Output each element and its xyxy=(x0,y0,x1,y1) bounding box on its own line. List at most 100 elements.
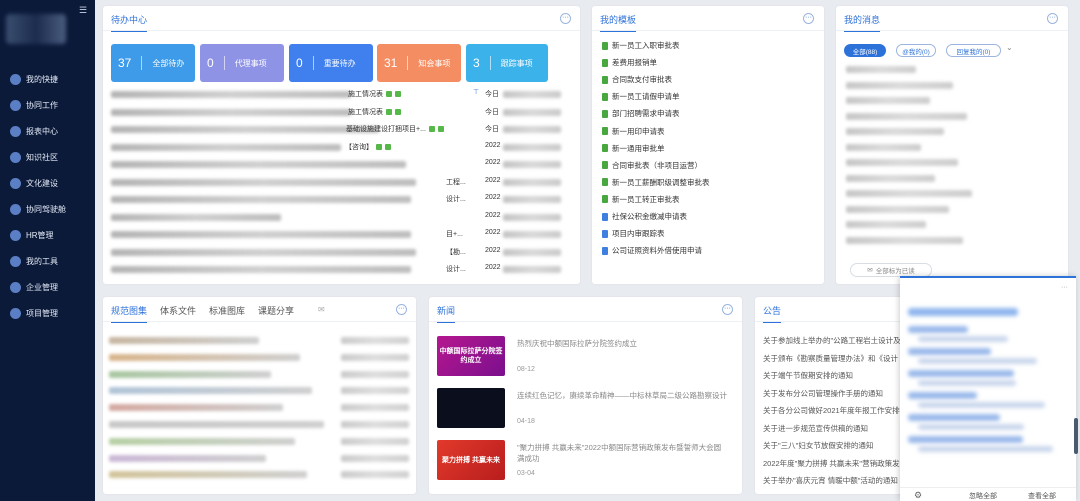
tag-icon xyxy=(376,143,382,150)
todo-tile[interactable]: 37 全部待办 xyxy=(111,44,195,82)
news-card: 新闻 ··· 中额国际拉萨分院签约成立 热烈庆祝中额国际拉萨分院签约成立 08-… xyxy=(429,297,742,494)
template-item[interactable]: 差费用报销单 xyxy=(602,55,657,70)
tile-label: 重要待办 xyxy=(323,58,356,68)
template-item[interactable]: 新一员工请假申请单 xyxy=(602,89,680,104)
chip-at-me[interactable]: @我的(0) xyxy=(896,44,936,57)
ignore-all-button[interactable]: 忽略全部 xyxy=(969,491,997,501)
document-icon xyxy=(602,127,608,135)
pin-icon[interactable]: ⊤ xyxy=(473,88,479,96)
news-item-date: 04-18 xyxy=(517,418,535,425)
news-item[interactable]: 中额国际拉萨分院签约成立 热烈庆祝中额国际拉萨分院签约成立 08-12 xyxy=(437,336,737,384)
hr-icon xyxy=(10,229,21,241)
sidebar-item[interactable]: 报表中心 xyxy=(0,118,95,144)
tag-icon xyxy=(386,91,392,98)
mark-all-read-button[interactable]: ✉ 全部标为已读 xyxy=(850,263,932,277)
template-item[interactable]: 新一员工转正审批表 xyxy=(602,192,680,207)
todo-tile[interactable]: 3 跟踪事项 xyxy=(466,44,548,82)
cockpit-icon xyxy=(10,203,21,215)
tag-icon xyxy=(428,126,435,133)
sidebar-item[interactable]: 我的快捷 xyxy=(0,66,95,92)
todo-item-date: 2022 xyxy=(485,194,501,201)
template-item[interactable]: 新一通用审批单 xyxy=(602,141,665,156)
todo-tile[interactable]: 31 知会事项 xyxy=(377,44,461,82)
more-icon[interactable]: ··· xyxy=(1047,13,1058,24)
template-item-label: 公司证照资料外借使用申请 xyxy=(612,246,702,256)
tile-count: 0 xyxy=(207,56,214,70)
todo-item-date: 2022 xyxy=(485,229,501,236)
template-item[interactable]: 新一用印申请表 xyxy=(602,124,665,139)
todo-item-date: 2022 xyxy=(485,176,501,184)
collapse-menu-icon[interactable]: ☰ xyxy=(79,5,87,16)
template-item[interactable]: 新一员工薪酬职级调整审批表 xyxy=(602,175,710,190)
notice-item[interactable]: 关于进一步规范宣传供稿的通知 xyxy=(763,423,868,434)
sidebar-item[interactable]: 企业管理 xyxy=(0,274,95,300)
notice-item[interactable]: 2022年度"聚力拼搏 共赢未来"营销政策发 xyxy=(763,458,900,469)
news-item[interactable]: 聚力拼搏 共赢未来 "聚力拼搏 共赢未来"2022中额国际营销政策发布暨誓师大会… xyxy=(437,440,737,488)
notice-item[interactable]: 关于参加线上举办的"公路工程岩土设计及 xyxy=(763,335,901,346)
notice-item[interactable]: 关于各分公司做好2021年度年报工作安排 xyxy=(763,405,900,416)
mail-icon[interactable]: ✉ xyxy=(318,305,325,314)
notice-item[interactable]: 关于举办"喜庆元宵 情暖中额"活动的通知 xyxy=(763,475,898,486)
sidebar-item[interactable]: 文化建设 xyxy=(0,170,95,196)
chip-all[interactable]: 全部(88) xyxy=(844,44,886,57)
sidebar-item[interactable]: 知识社区 xyxy=(0,144,95,170)
sidebar-item[interactable]: HR管理 xyxy=(0,222,95,248)
template-item-label: 部门招聘需求申请表 xyxy=(612,109,680,119)
sidebar-item[interactable]: 协同驾驶舱 xyxy=(0,196,95,222)
tile-label: 全部待办 xyxy=(152,58,185,68)
template-item-label: 新一员工薪酬职级调整审批表 xyxy=(612,177,710,187)
todo-item-title: 工程... xyxy=(446,178,466,186)
sidebar-item-label: 协同驾驶舱 xyxy=(26,204,66,214)
sidebar-item-label: 报表中心 xyxy=(26,126,58,136)
scrollbar[interactable] xyxy=(1074,418,1078,454)
template-item[interactable]: 合同款支付审批表 xyxy=(602,72,672,87)
more-icon[interactable]: ··· xyxy=(560,13,571,24)
shortcut-icon xyxy=(10,73,21,85)
tile-label: 代理事项 xyxy=(234,58,267,68)
mark-all-read-label: 全部标为已读 xyxy=(875,268,915,275)
template-item-label: 新一用印申请表 xyxy=(612,126,665,136)
todo-center-card: 待办中心 ··· 37 全部待办 0 代理事项 0 重要待办 31 知会事项 3 跟踪事项 施工情… xyxy=(103,6,580,284)
sidebar-item[interactable]: 项目管理 xyxy=(0,300,95,326)
tile-count: 31 xyxy=(384,56,398,70)
message-popup: ··· ⚙ 忽略全部 查看全部 xyxy=(900,276,1076,501)
more-icon[interactable]: ··· xyxy=(1061,284,1068,291)
tile-count: 0 xyxy=(296,56,303,70)
notice-item[interactable]: 关于端午节假期安排的通知 xyxy=(763,370,853,381)
template-item[interactable]: 合同审批表（非项目运营） xyxy=(602,158,702,173)
chip-replies[interactable]: 回复我的(0) xyxy=(946,44,1001,57)
mail-icon: ✉ xyxy=(867,267,873,274)
knowledge-card: 规范图集 体系文件 标准图库 课题分享 ✉ ··· xyxy=(103,297,416,494)
todo-tile[interactable]: 0 重要待办 xyxy=(289,44,373,82)
enterprise-icon xyxy=(10,281,21,293)
view-all-button[interactable]: 查看全部 xyxy=(1028,491,1056,501)
template-item[interactable]: 社保公积金缴减申请表 xyxy=(602,209,687,224)
todo-item-date: 今日 xyxy=(485,91,499,98)
template-item[interactable]: 部门招聘需求申请表 xyxy=(602,106,680,121)
sidebar-item-label: 企业管理 xyxy=(26,282,58,292)
document-icon xyxy=(602,92,608,101)
sidebar-item[interactable]: 我的工具 xyxy=(0,248,95,274)
todo-item-title: 设计... xyxy=(446,266,466,273)
todo-tile[interactable]: 0 代理事项 xyxy=(200,44,284,82)
template-item[interactable]: 项目内审跟踪表 xyxy=(602,226,665,241)
more-icon[interactable]: ··· xyxy=(722,304,733,315)
news-thumbnail: 聚力拼搏 共赢未来 xyxy=(437,440,505,480)
news-item[interactable]: 连续红色记忆，赓续革命精神——中标林草局二级公路勘察设计 04-18 xyxy=(437,388,737,436)
todo-item-date: 2022 xyxy=(485,246,501,254)
culture-icon xyxy=(10,177,21,189)
tag-icon xyxy=(385,143,391,150)
notice-item[interactable]: 关于发布分公司管理操作手册的通知 xyxy=(763,388,883,399)
sidebar-item[interactable]: 协同工作 xyxy=(0,92,95,118)
settings-gear-icon[interactable]: ⚙ xyxy=(914,490,922,501)
template-item[interactable]: 公司证照资料外借使用申请 xyxy=(602,243,702,258)
template-item[interactable]: 新一员工入职审批表 xyxy=(602,38,680,53)
notice-item[interactable]: 关于"三八"妇女节放假安排的通知 xyxy=(763,440,873,451)
tile-label: 知会事项 xyxy=(418,58,451,68)
sidebar: ☰ 我的快捷 协同工作报表中心知识社区 文化建设协同驾驶舱 HR管理 我的工具企业管理项… xyxy=(0,0,95,501)
notice-item[interactable]: 关于颁布《勘察质量管理办法》和《设计 xyxy=(763,353,898,364)
more-icon[interactable]: ··· xyxy=(396,304,407,315)
more-icon[interactable]: ··· xyxy=(803,13,814,24)
document-icon xyxy=(602,58,608,67)
chevron-down-icon[interactable]: ⌄ xyxy=(1006,43,1013,52)
